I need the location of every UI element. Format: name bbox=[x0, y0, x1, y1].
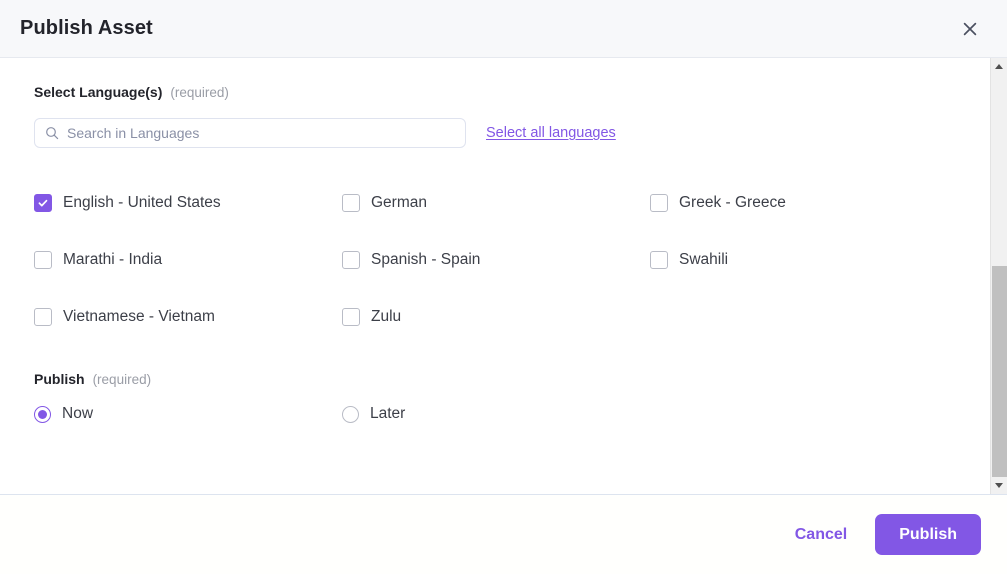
radio-unselected-icon[interactable] bbox=[342, 406, 359, 423]
select-all-languages-link[interactable]: Select all languages bbox=[486, 125, 616, 141]
checkbox-unchecked-icon[interactable] bbox=[342, 194, 360, 212]
chevron-up-icon bbox=[995, 64, 1003, 69]
language-checkbox-item[interactable]: Greek - Greece bbox=[650, 174, 958, 231]
search-row: Select all languages bbox=[34, 118, 956, 148]
language-label: Zulu bbox=[371, 308, 401, 326]
language-section-label: Select Language(s) (required) bbox=[34, 84, 956, 100]
dialog-body: Select Language(s) (required) Select all… bbox=[0, 58, 990, 494]
language-label: Spanish - Spain bbox=[371, 251, 480, 269]
scroll-down-button[interactable] bbox=[991, 477, 1007, 494]
search-input[interactable] bbox=[67, 125, 455, 141]
language-checkbox-item[interactable]: Marathi - India bbox=[34, 231, 342, 288]
checkbox-unchecked-icon[interactable] bbox=[650, 194, 668, 212]
page-title: Publish Asset bbox=[20, 17, 153, 40]
checkbox-checked-icon[interactable] bbox=[34, 194, 52, 212]
language-label: Swahili bbox=[679, 251, 728, 269]
checkbox-unchecked-icon[interactable] bbox=[650, 251, 668, 269]
publish-section-label: Publish (required) bbox=[34, 371, 956, 387]
language-label: German bbox=[371, 194, 427, 212]
publish-required-note: (required) bbox=[93, 372, 152, 387]
language-checkbox-item[interactable]: German bbox=[342, 174, 650, 231]
checkbox-unchecked-icon[interactable] bbox=[34, 308, 52, 326]
radio-selected-icon[interactable] bbox=[34, 406, 51, 423]
close-button[interactable] bbox=[955, 14, 985, 44]
publish-section: Publish (required) Now Later bbox=[34, 371, 956, 423]
radio-option-later[interactable]: Later bbox=[342, 405, 650, 423]
dialog-body-wrapper: Select Language(s) (required) Select all… bbox=[0, 58, 1007, 494]
close-icon bbox=[960, 19, 980, 39]
language-label: Marathi - India bbox=[63, 251, 162, 269]
vertical-scrollbar[interactable] bbox=[990, 58, 1007, 494]
checkbox-unchecked-icon[interactable] bbox=[342, 251, 360, 269]
checkbox-unchecked-icon[interactable] bbox=[342, 308, 360, 326]
dialog-header: Publish Asset bbox=[0, 0, 1007, 58]
scrollbar-thumb[interactable] bbox=[992, 266, 1007, 478]
checkbox-unchecked-icon[interactable] bbox=[34, 251, 52, 269]
radio-label: Later bbox=[370, 405, 405, 423]
publish-radio-group: Now Later bbox=[34, 405, 956, 423]
publish-asset-dialog: Publish Asset Select Language(s) (requir… bbox=[0, 0, 1007, 574]
language-checkbox-item[interactable]: English - United States bbox=[34, 174, 342, 231]
language-label: English - United States bbox=[63, 194, 221, 212]
radio-label: Now bbox=[62, 405, 93, 423]
publish-button[interactable]: Publish bbox=[875, 514, 981, 555]
chevron-down-icon bbox=[995, 483, 1003, 488]
publish-section-title: Publish bbox=[34, 371, 85, 387]
language-checkbox-item[interactable]: Spanish - Spain bbox=[342, 231, 650, 288]
dialog-footer: Cancel Publish bbox=[0, 494, 1007, 574]
language-label: Greek - Greece bbox=[679, 194, 786, 212]
language-checkbox-item[interactable]: Zulu bbox=[342, 288, 650, 345]
language-section-title: Select Language(s) bbox=[34, 84, 162, 100]
language-label: Vietnamese - Vietnam bbox=[63, 308, 215, 326]
cancel-button[interactable]: Cancel bbox=[789, 516, 853, 554]
language-checkbox-item[interactable]: Vietnamese - Vietnam bbox=[34, 288, 342, 345]
radio-option-now[interactable]: Now bbox=[34, 405, 342, 423]
search-box[interactable] bbox=[34, 118, 466, 148]
scroll-up-button[interactable] bbox=[991, 58, 1007, 75]
language-required-note: (required) bbox=[170, 85, 229, 100]
language-grid: English - United States German Greek - G… bbox=[34, 174, 956, 345]
language-checkbox-item[interactable]: Swahili bbox=[650, 231, 958, 288]
search-icon bbox=[45, 126, 59, 140]
